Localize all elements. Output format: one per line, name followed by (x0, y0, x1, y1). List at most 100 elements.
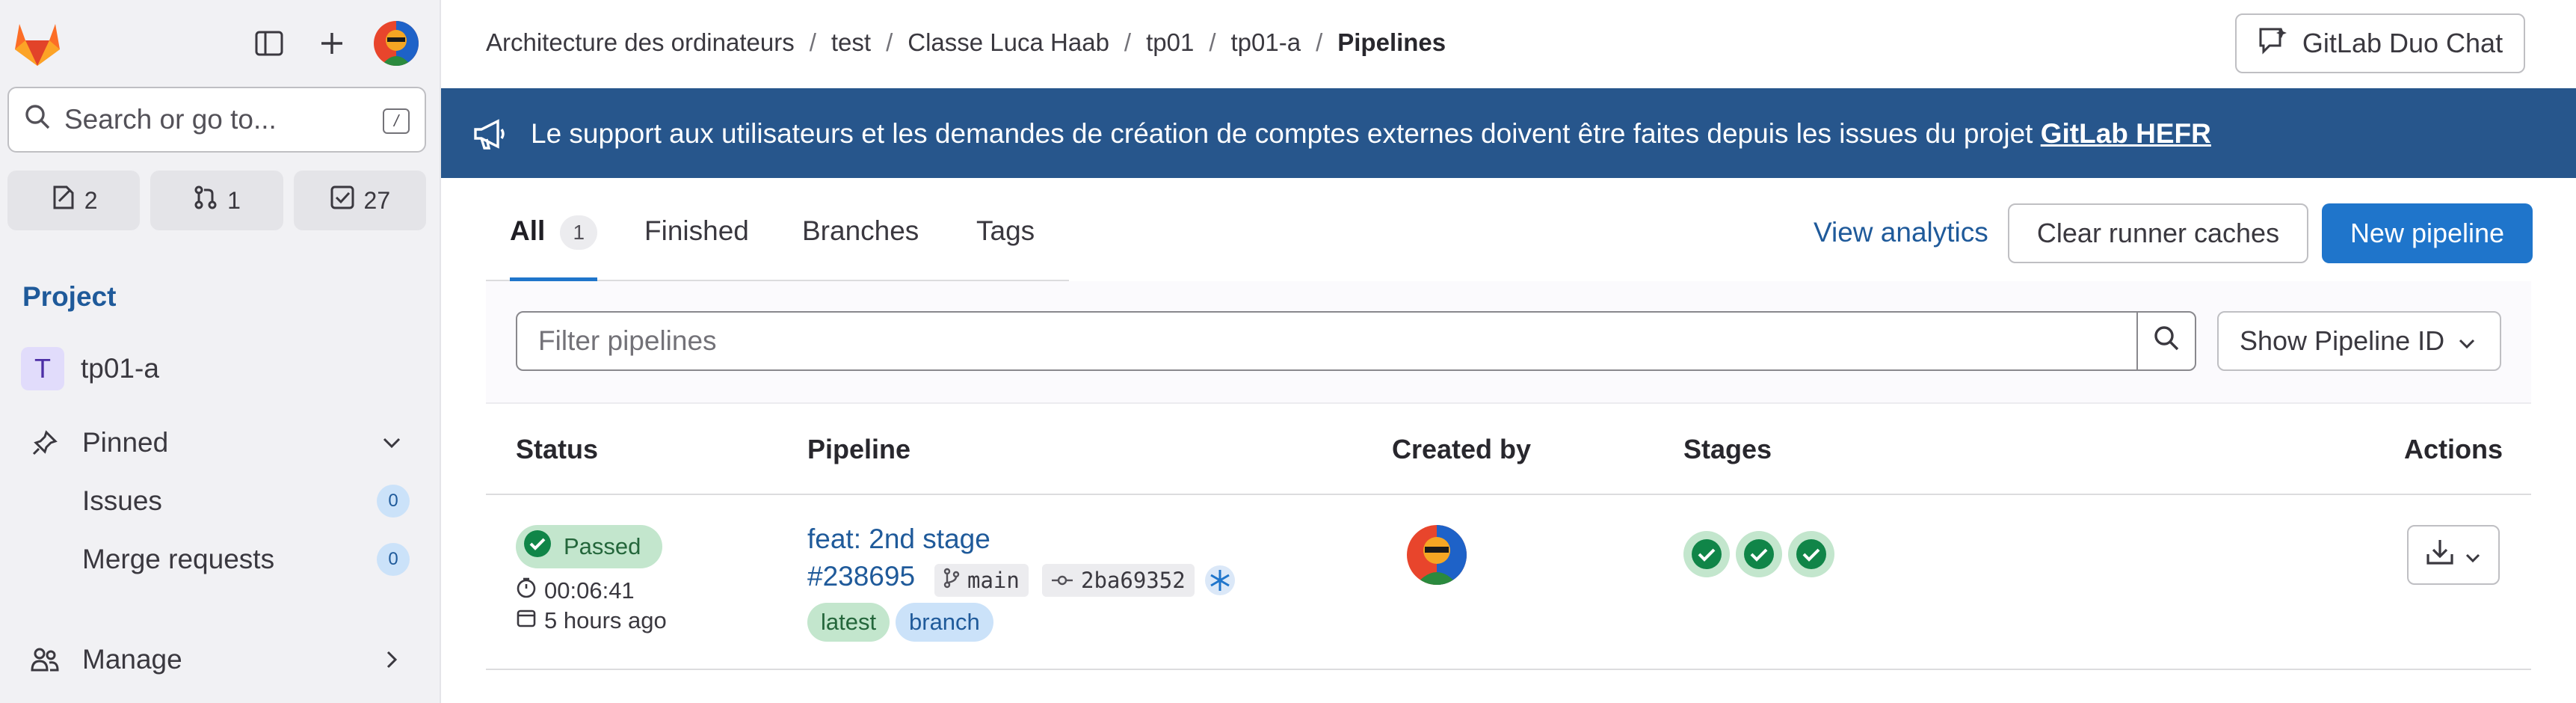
tab-all[interactable]: All 1 (510, 215, 598, 281)
search-icon (2152, 324, 2181, 358)
column-header-pipeline: Pipeline (807, 434, 911, 464)
breadcrumb-item[interactable]: tp01-a (1231, 28, 1301, 57)
chevron-down-icon (378, 429, 405, 456)
breadcrumb-item[interactable]: Architecture des ordinateurs (486, 28, 795, 57)
sidebar-item-merge-requests[interactable]: Merge requests 0 (0, 532, 441, 586)
view-analytics-link[interactable]: View analytics (1814, 217, 1988, 248)
user-avatar[interactable] (374, 21, 419, 66)
new-pipeline-button[interactable]: New pipeline (2322, 203, 2533, 263)
status-badge[interactable]: Passed (516, 525, 662, 568)
merge-request-icon (193, 185, 218, 216)
breadcrumb-separator: / (886, 28, 893, 56)
breadcrumb-separator: / (809, 28, 816, 56)
breadcrumb-item[interactable]: tp01 (1146, 28, 1194, 57)
banner-link[interactable]: GitLab HEFR (2041, 118, 2211, 149)
snowflake-icon (1204, 564, 1236, 603)
clear-runner-caches-button[interactable]: Clear runner caches (2008, 203, 2308, 263)
calendar-icon (516, 607, 537, 634)
breadcrumb-item[interactable]: Classe Luca Haab (908, 28, 1109, 57)
stage-passed-icon[interactable] (1736, 531, 1782, 577)
table-row: Passed 00:06:41 5 hours ago feat: 2nd st… (486, 495, 2531, 670)
sidebar-item-manage[interactable]: Manage (0, 633, 441, 687)
column-header-created-by: Created by (1392, 434, 1532, 464)
filter-pipelines-input[interactable]: Filter pipelines (516, 311, 2138, 371)
todos-count: 27 (363, 186, 391, 214)
sidebar: Search or go to... / 2 1 27 Project T tp… (0, 0, 441, 703)
branch-label: branch (896, 603, 993, 642)
column-header-stages: Stages (1683, 434, 1772, 464)
show-pipeline-id-dropdown[interactable]: Show Pipeline ID (2217, 311, 2501, 371)
tab-branches[interactable]: Branches (802, 215, 919, 281)
filter-placeholder: Filter pipelines (538, 325, 717, 356)
search-shortcut-hint: / (383, 108, 410, 134)
sidebar-item-label: Pinned (82, 427, 169, 458)
issues-icon (50, 185, 76, 216)
sidebar-item-pinned[interactable]: Pinned (0, 416, 441, 470)
duration-value: 00:06:41 (544, 577, 635, 604)
pipeline-commit-title[interactable]: feat: 2nd stage (807, 524, 990, 555)
issues-count: 2 (84, 186, 98, 214)
breadcrumb-separator: / (1124, 28, 1132, 56)
ref-name: main (967, 568, 1020, 593)
banner-message: Le support aux utilisateurs et les deman… (531, 118, 2211, 150)
merge-requests-button[interactable]: 1 (150, 171, 283, 230)
chevron-right-icon (378, 646, 405, 673)
sidebar-item-issues[interactable]: Issues 0 (0, 474, 441, 528)
breadcrumb-separator: / (1316, 28, 1323, 56)
breadcrumb-current[interactable]: Pipelines (1337, 28, 1446, 57)
search-icon (24, 103, 51, 136)
assigned-issues-button[interactable]: 2 (7, 171, 141, 230)
tab-finished[interactable]: Finished (644, 215, 749, 281)
sidebar-item-label: Manage (82, 644, 182, 675)
merge-requests-count: 1 (227, 186, 241, 214)
tab-label: Tags (976, 215, 1035, 246)
download-artifacts-button[interactable] (2407, 525, 2500, 585)
todo-icon (330, 185, 355, 216)
breadcrumb-separator: / (1209, 28, 1216, 56)
tab-label: Finished (644, 215, 749, 246)
create-new-icon[interactable] (308, 19, 356, 67)
pipeline-finished-time: 5 hours ago (516, 607, 667, 634)
todos-button[interactable]: 27 (293, 171, 426, 230)
megaphone-icon (472, 117, 507, 151)
tab-count-badge: 1 (560, 215, 598, 250)
dropdown-label: Show Pipeline ID (2240, 325, 2445, 356)
ref-chip[interactable]: main (934, 564, 1029, 597)
search-input[interactable]: Search or go to... / (7, 87, 426, 153)
breadcrumb-item[interactable]: test (831, 28, 871, 57)
pipeline-duration: 00:06:41 (516, 577, 635, 604)
tab-label: Branches (802, 215, 919, 246)
filter-search-button[interactable] (2136, 311, 2196, 371)
project-name: tp01-a (81, 353, 159, 384)
duo-chat-icon (2258, 26, 2287, 61)
status-label: Passed (564, 533, 641, 559)
finished-value: 5 hours ago (544, 607, 667, 633)
download-icon (2426, 538, 2454, 572)
commit-chip[interactable]: 2ba69352 (1042, 564, 1195, 597)
pipeline-tabs: All 1 Finished Branches Tags (486, 197, 1069, 281)
tab-tags[interactable]: Tags (976, 215, 1035, 281)
timer-icon (516, 577, 537, 604)
gitlab-logo-icon[interactable] (12, 19, 63, 67)
count-badge: 0 (377, 485, 410, 518)
check-circle-icon (523, 529, 552, 564)
tab-label: All (510, 215, 546, 246)
duo-chat-button[interactable]: GitLab Duo Chat (2235, 13, 2525, 73)
banner-text: Le support aux utilisateurs et les deman… (531, 118, 2033, 149)
pipeline-id-link[interactable]: #238695 (807, 561, 915, 592)
stage-passed-icon[interactable] (1683, 531, 1730, 577)
sidebar-project-link[interactable]: T tp01-a (21, 347, 159, 390)
count-badge: 0 (377, 543, 410, 576)
commit-icon (1051, 568, 1073, 593)
sidebar-header (0, 0, 441, 82)
user-counts: 2 1 27 (7, 171, 426, 230)
sidebar-item-label: Merge requests (82, 544, 275, 574)
filter-bar: Filter pipelines Show Pipeline ID (486, 281, 2531, 404)
creator-avatar[interactable] (1407, 525, 1467, 585)
toggle-sidebar-icon[interactable] (245, 19, 293, 67)
sidebar-section-title: Project (22, 281, 117, 312)
chevron-down-icon (2458, 325, 2476, 357)
broadcast-banner: Le support aux utilisateurs et les deman… (441, 88, 2576, 178)
stage-passed-icon[interactable] (1788, 531, 1834, 577)
search-placeholder: Search or go to... (64, 104, 277, 135)
